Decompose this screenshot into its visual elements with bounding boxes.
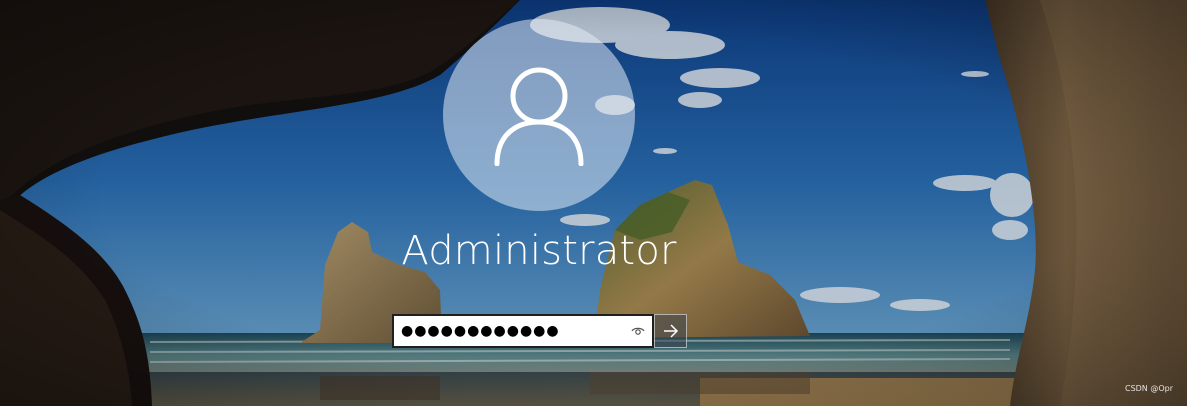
password-mask: ●●●●●●●●●●●● bbox=[401, 323, 560, 339]
username-label: Administrator bbox=[401, 228, 677, 274]
reveal-password-button[interactable] bbox=[624, 316, 652, 346]
password-input[interactable]: ●●●●●●●●●●●● bbox=[392, 314, 654, 348]
login-form: ●●●●●●●●●●●● bbox=[392, 314, 687, 348]
arrow-right-icon bbox=[663, 324, 678, 338]
user-avatar bbox=[443, 19, 635, 211]
submit-button[interactable] bbox=[654, 314, 687, 348]
watermark-text: CSDN @Opr bbox=[1124, 384, 1173, 393]
user-silhouette-icon bbox=[494, 67, 584, 166]
eye-icon bbox=[631, 327, 645, 335]
